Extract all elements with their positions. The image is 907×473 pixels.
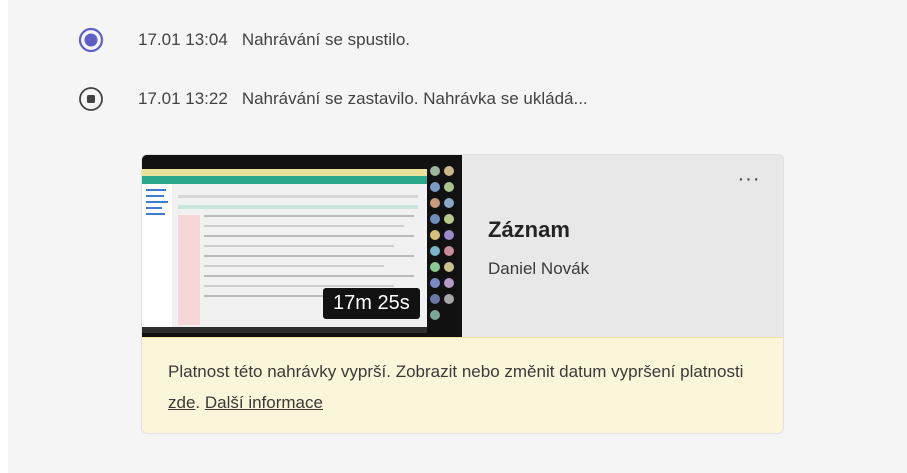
- notice-separator: .: [195, 393, 205, 412]
- expiration-notice: Platnost této nahrávky vyprší. Zobrazit …: [142, 337, 783, 433]
- recording-stopped-icon: [78, 86, 104, 112]
- event-time: 17.01 13:04: [138, 30, 228, 49]
- recording-started-icon: [78, 27, 104, 53]
- event-time: 17.01 13:22: [138, 89, 228, 108]
- recording-thumbnail[interactable]: 17m 25s: [142, 155, 462, 337]
- event-recording-started: 17.01 13:04 Nahrávání se spustilo.: [78, 25, 410, 55]
- meeting-chat-panel: 17.01 13:04 Nahrávání se spustilo. 17.01…: [8, 0, 907, 473]
- recording-duration: 17m 25s: [323, 288, 420, 319]
- expiration-settings-link[interactable]: zde: [168, 393, 195, 412]
- recording-card[interactable]: 17m 25s Záznam Daniel Novák ··· Platnost…: [141, 154, 784, 434]
- more-options-button[interactable]: ···: [732, 167, 766, 191]
- recording-card-header[interactable]: 17m 25s Záznam Daniel Novák ···: [142, 155, 783, 337]
- event-text: Nahrávání se spustilo.: [241, 30, 411, 49]
- recording-title[interactable]: Záznam: [488, 217, 570, 243]
- learn-more-link[interactable]: Další informace: [205, 393, 323, 412]
- event-text: Nahrávání se zastavilo. Nahrávka se uklá…: [241, 89, 588, 108]
- recording-owner: Daniel Novák: [488, 259, 590, 278]
- notice-text: Platnost této nahrávky vyprší. Zobrazit …: [168, 362, 744, 381]
- event-recording-stopped: 17.01 13:22 Nahrávání se zastavilo. Nahr…: [78, 84, 588, 114]
